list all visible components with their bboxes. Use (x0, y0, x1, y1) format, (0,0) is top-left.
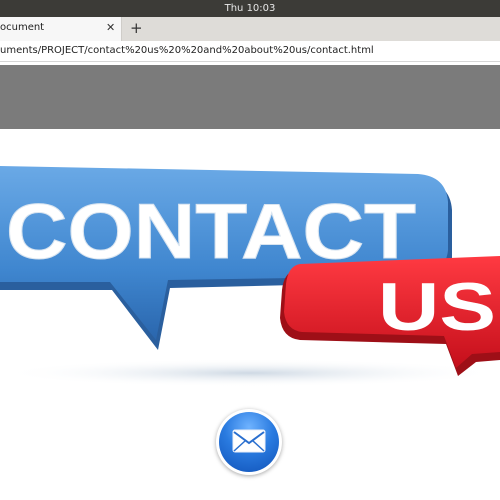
browser-tab[interactable]: ocument ✕ (0, 17, 122, 41)
banner-contact-text: CONTACT (6, 187, 416, 275)
red-speech-bubble: US (280, 256, 500, 376)
page-header-band (0, 65, 500, 129)
tab-title: ocument (0, 22, 45, 33)
email-contact-button[interactable] (216, 409, 282, 475)
banner-floor-shadow (0, 359, 500, 387)
address-bar[interactable]: uments/PROJECT/contact%20us%20%20and%20a… (0, 41, 500, 62)
email-button-face (219, 412, 279, 472)
system-top-bar: Thu 10:03 (0, 0, 500, 17)
banner-us-text: US (378, 269, 496, 345)
address-bar-url[interactable]: uments/PROJECT/contact%20us%20%20and%20a… (0, 45, 374, 56)
close-tab-icon[interactable]: ✕ (106, 21, 115, 34)
tab-strip: ocument ✕ + (0, 17, 500, 41)
envelope-icon (232, 429, 266, 453)
new-tab-button[interactable]: + (130, 19, 143, 37)
system-clock[interactable]: Thu 10:03 (225, 3, 276, 14)
contact-us-banner: CONTACT US (0, 130, 500, 390)
